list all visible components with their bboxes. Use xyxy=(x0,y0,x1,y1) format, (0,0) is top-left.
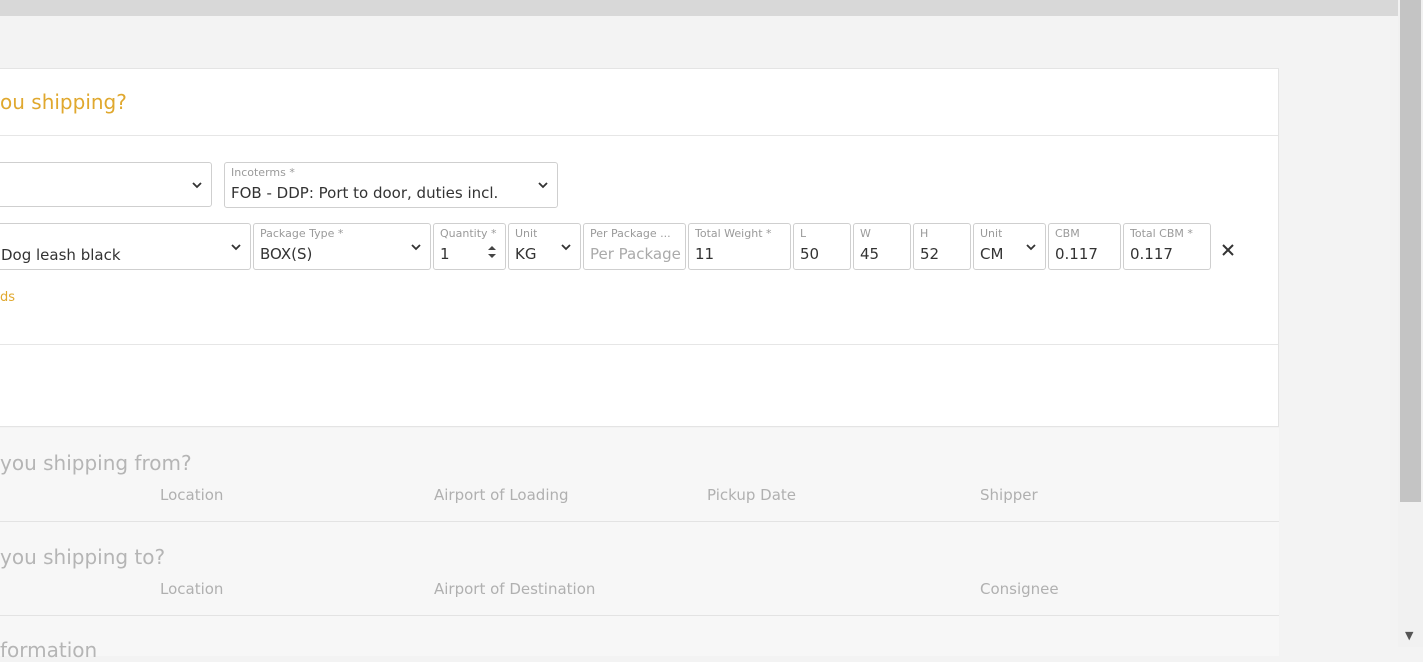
total-cbm-label: Total CBM * xyxy=(1130,227,1193,240)
cbm-input[interactable]: CBM 0.117 xyxy=(1048,223,1121,270)
information-section[interactable] xyxy=(0,616,1279,656)
incoterms-label: Incoterms * xyxy=(231,166,295,179)
total-cbm-value: 0.117 xyxy=(1130,245,1173,263)
chevron-down-icon xyxy=(192,181,202,188)
shipping-to-section[interactable] xyxy=(0,522,1279,616)
from-column-pickup-date: Pickup Date xyxy=(707,486,797,504)
product-value: Dog leash black xyxy=(1,246,121,264)
package-type-label: Package Type * xyxy=(260,227,344,240)
dimension-unit-label: Unit xyxy=(980,227,1003,240)
dimension-unit-select[interactable]: Unit CM xyxy=(973,223,1046,270)
incoterms-select[interactable]: Incoterms * FOB - DDP: Port to door, dut… xyxy=(224,162,558,208)
chevron-down-icon xyxy=(1026,243,1036,250)
weight-unit-value: KG xyxy=(515,245,537,263)
total-cbm-input[interactable]: Total CBM * 0.117 xyxy=(1123,223,1211,270)
height-value: 52 xyxy=(920,245,940,263)
total-weight-input[interactable]: Total Weight * 11 xyxy=(688,223,791,270)
weight-unit-label: Unit xyxy=(515,227,538,240)
height-input[interactable]: H 52 xyxy=(913,223,971,270)
product-select[interactable]: Dog leash black xyxy=(0,223,251,270)
cbm-label: CBM xyxy=(1055,227,1080,240)
from-column-airport-loading: Airport of Loading xyxy=(434,486,569,504)
from-column-location: Location xyxy=(160,486,224,504)
length-input[interactable]: L 50 xyxy=(793,223,851,270)
cargo-section-title: ou shipping? xyxy=(0,90,127,114)
chevron-down-icon xyxy=(411,243,421,250)
card-header-divider xyxy=(0,135,1278,136)
weight-unit-select[interactable]: Unit KG xyxy=(508,223,581,270)
quantity-value: 1 xyxy=(440,245,450,263)
from-column-shipper: Shipper xyxy=(980,486,1038,504)
browser-top-strip xyxy=(0,0,1398,16)
shipping-to-title: you shipping to? xyxy=(0,545,166,569)
length-value: 50 xyxy=(800,245,820,263)
add-item-link[interactable]: ds xyxy=(0,290,15,305)
package-type-select[interactable]: Package Type * BOX(S) xyxy=(253,223,431,270)
remove-item-close-icon[interactable] xyxy=(1220,242,1236,258)
per-package-weight-input[interactable]: Per Package ... Per Package xyxy=(583,223,686,270)
shipping-from-section[interactable] xyxy=(0,428,1279,522)
chevron-down-icon xyxy=(561,243,571,250)
to-column-location: Location xyxy=(160,580,224,598)
chevron-down-icon xyxy=(538,182,548,189)
scrollbar-thumb[interactable] xyxy=(1400,0,1421,502)
per-package-placeholder: Per Package xyxy=(590,245,681,263)
spinner-arrows-icon[interactable] xyxy=(487,244,497,260)
shipping-from-title: you shipping from? xyxy=(0,451,192,475)
width-label: W xyxy=(860,227,871,240)
height-label: H xyxy=(920,227,929,240)
cargo-type-select[interactable] xyxy=(0,162,212,207)
dimension-unit-value: CM xyxy=(980,245,1004,263)
length-label: L xyxy=(800,227,807,240)
information-title: formation xyxy=(0,638,98,662)
package-type-value: BOX(S) xyxy=(260,245,313,263)
quantity-label: Quantity * xyxy=(440,227,497,240)
cbm-value: 0.117 xyxy=(1055,245,1098,263)
chevron-down-icon xyxy=(231,243,241,250)
per-package-label: Per Package ... xyxy=(590,227,671,240)
to-column-airport-destination: Airport of Destination xyxy=(434,580,596,598)
width-value: 45 xyxy=(860,245,880,263)
scroll-down-arrow-icon[interactable]: ▼ xyxy=(1405,629,1413,642)
card-body-divider xyxy=(0,344,1278,345)
to-column-consignee: Consignee xyxy=(980,580,1059,598)
width-input[interactable]: W 45 xyxy=(853,223,911,270)
quantity-stepper[interactable]: Quantity * 1 xyxy=(433,223,506,270)
incoterms-value: FOB - DDP: Port to door, duties incl. xyxy=(231,184,499,202)
total-weight-value: 11 xyxy=(695,245,715,263)
total-weight-label: Total Weight * xyxy=(695,227,772,240)
